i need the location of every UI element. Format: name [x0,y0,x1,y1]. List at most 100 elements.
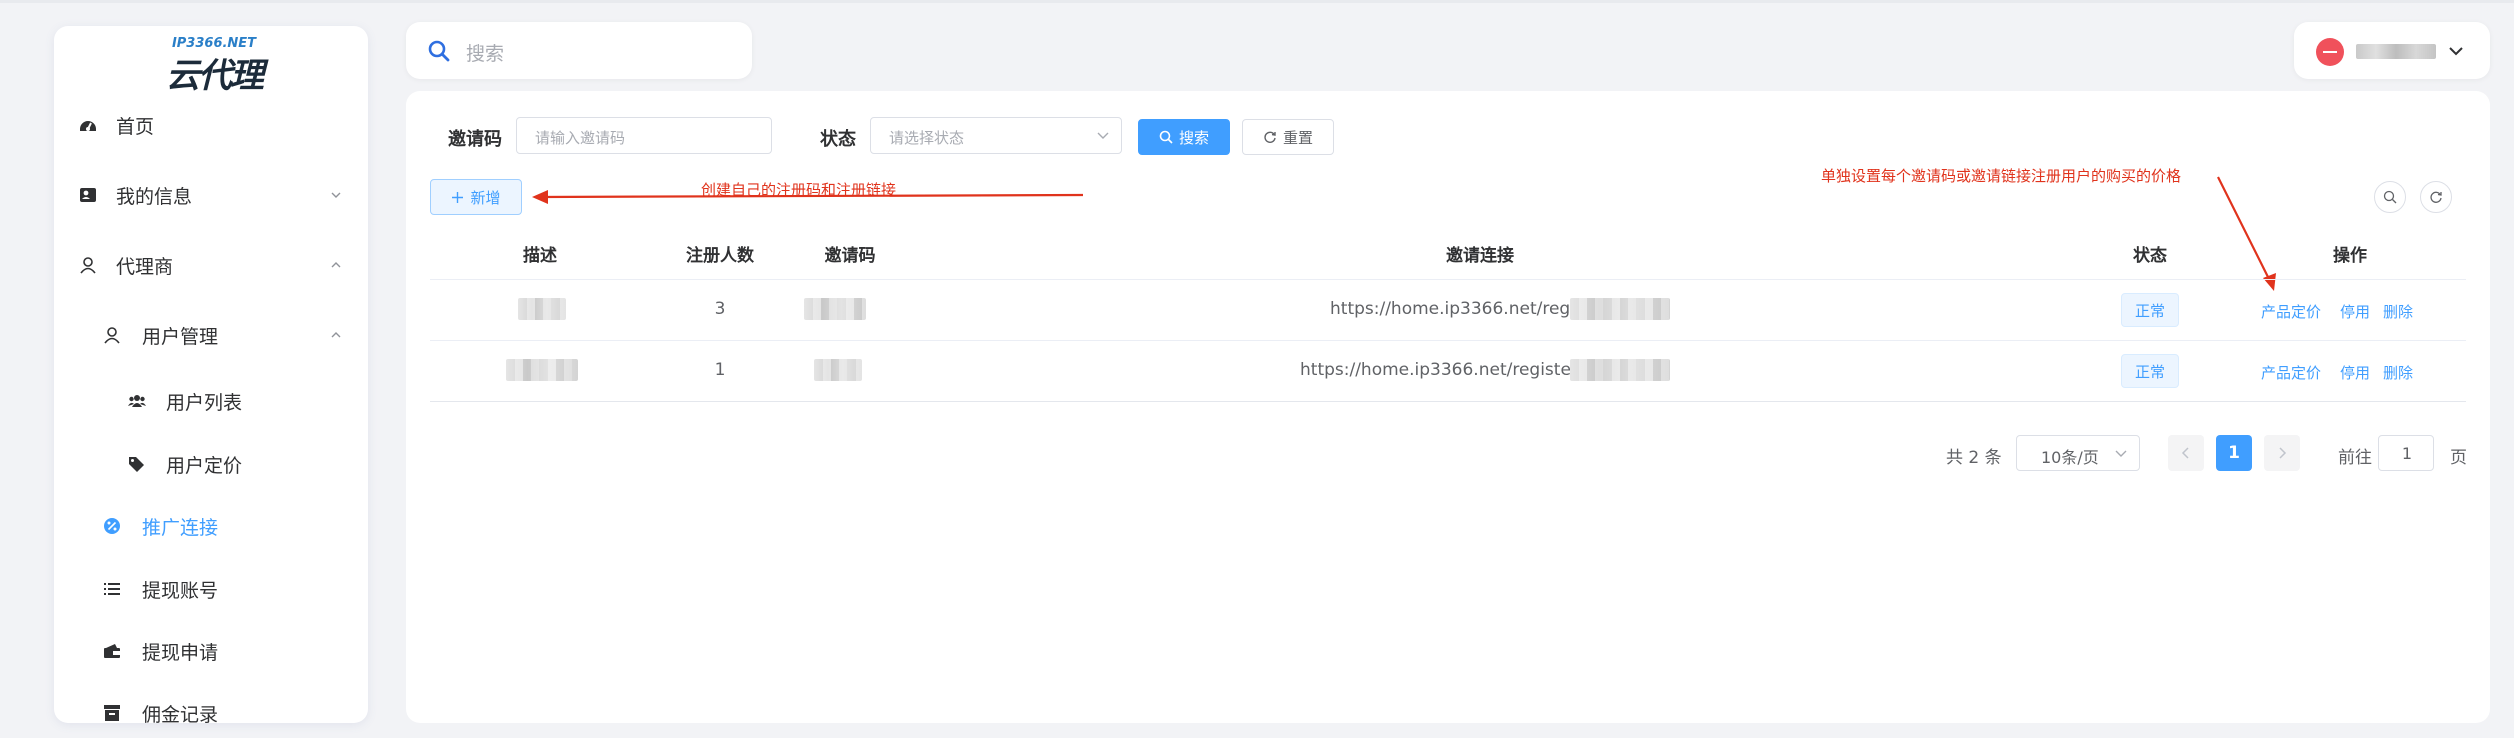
col-header-status: 状态 [2133,246,2167,266]
annotation-add: 创建自己的注册码和注册链接 [701,181,897,199]
page-suffix: 页 [2450,448,2467,468]
sidebar-item-withdraw-account[interactable]: 提现账号 [54,564,368,614]
col-header-link: 邀请连接 [1446,246,1514,266]
sidebar-item-my-info[interactable]: 我的信息 [54,170,368,220]
list-icon [102,579,122,599]
row-count: 3 [714,299,726,319]
header-divider [430,279,2466,280]
add-button[interactable]: 新增 [430,179,522,215]
col-header-description: 描述 [523,246,557,266]
chevron-up-icon [331,262,341,268]
status-filter-select[interactable]: 请选择状态 [870,117,1122,154]
row-divider [430,401,2466,402]
logo[interactable]: IP3366.NET 云代理 [149,36,279,102]
chevron-down-icon [2115,450,2127,457]
chevron-down-icon [331,192,341,198]
goto-label: 前往 [2338,448,2372,468]
delete-action-link[interactable]: 删除 [2383,301,2413,322]
sidebar-item-label: 提现账号 [142,579,219,602]
delete-action-link[interactable]: 删除 [2383,362,2413,383]
code-redacted [814,359,862,381]
table-search-button[interactable] [2374,181,2406,213]
row-divider [430,340,2466,341]
user-icon [102,325,122,345]
refresh-icon [2430,191,2442,203]
disable-action-link[interactable]: 停用 [2340,301,2370,322]
code-filter-label: 邀请码 [448,129,502,150]
search-button-label: 搜索 [1178,128,1209,147]
sidebar-item-withdraw-request[interactable]: 提现申请 [54,626,368,676]
username-redacted [2356,44,2436,59]
sidebar: IP3366.NET 云代理 首页 我的信息 代理商 用户管理 用户列表 用户定… [54,26,368,726]
search-icon [1159,130,1173,144]
search-icon [2383,190,2397,204]
sidebar-item-label: 用户列表 [166,391,243,414]
status-badge: 正常 [2121,293,2179,327]
goto-value: 1 [2401,444,2413,463]
sidebar-item-label: 用户定价 [166,454,243,477]
id-card-icon [78,185,98,205]
wallet-icon [102,641,122,661]
reset-button-label: 重置 [1282,128,1313,147]
sidebar-item-user-management[interactable]: 用户管理 [54,310,368,360]
plus-icon [452,191,464,203]
table-refresh-button[interactable] [2420,181,2452,213]
sidebar-item-label: 代理商 [116,255,174,278]
chevron-left-icon [2181,447,2189,459]
page-size-value: 10条/页 [2041,448,2099,467]
sidebar-item-label: 我的信息 [116,185,193,208]
logo-name: 云代理 [166,56,264,96]
reset-button[interactable]: 重置 [1242,119,1334,155]
page-button-current[interactable]: 1 [2216,435,2252,471]
search-input[interactable]: 搜索 [466,39,504,66]
col-header-code: 邀请码 [824,246,876,266]
status-filter-label: 状态 [820,129,856,150]
add-button-label: 新增 [470,188,501,207]
global-search[interactable]: 搜索 [406,22,752,79]
archive-icon [102,703,122,723]
sidebar-item-promo-link[interactable]: 推广连接 [54,501,368,551]
sidebar-item-label: 提现申请 [142,641,219,664]
chevron-up-icon [331,332,341,338]
main-panel: 邀请码 请输入邀请码 状态 请选择状态 搜索 重置 新增 创建自己的注册码和注册… [406,91,2490,723]
agent-icon [78,255,98,275]
sidebar-item-label: 首页 [116,115,155,138]
pagination-total: 共 2 条 [1946,448,2002,468]
sidebar-item-home[interactable]: 首页 [54,100,368,150]
next-page-button[interactable] [2264,435,2300,471]
annotation-price: 单独设置每个邀请码或邀请链接注册用户的购买的价格 [1821,167,2182,185]
price-action-link[interactable]: 产品定价 [2261,362,2321,383]
row-count: 1 [714,360,726,380]
prev-page-button[interactable] [2168,435,2204,471]
top-edge [0,0,2514,3]
sidebar-item-user-list[interactable]: 用户列表 [54,376,368,426]
code-filter-input[interactable]: 请输入邀请码 [516,117,772,154]
search-icon [428,40,450,62]
disable-action-link[interactable]: 停用 [2340,362,2370,383]
page-size-select[interactable]: 10条/页 [2016,435,2140,471]
sidebar-item-user-pricing[interactable]: 用户定价 [54,439,368,489]
percent-icon [102,516,122,536]
chevron-down-icon [2449,47,2463,56]
users-icon [127,391,147,411]
sidebar-item-agent[interactable]: 代理商 [54,240,368,290]
price-action-link[interactable]: 产品定价 [2261,301,2321,322]
goto-input[interactable]: 1 [2378,435,2434,471]
annotation-arrow-price [2217,176,2276,291]
sidebar-item-commission[interactable]: 佣金记录 [54,688,368,738]
search-button[interactable]: 搜索 [1138,119,1230,155]
row-link: https://home.ip3366.net/registe [1330,299,1601,319]
description-redacted [506,359,578,381]
dashboard-icon [78,115,98,135]
code-filter-placeholder: 请输入邀请码 [535,129,626,147]
sidebar-item-label: 推广连接 [142,516,219,539]
col-header-actions: 操作 [2333,246,2367,266]
sidebar-item-label: 用户管理 [142,325,219,348]
link-redacted [1570,359,1670,381]
status-filter-placeholder: 请选择状态 [889,129,965,147]
tags-icon [127,454,147,474]
code-redacted [804,298,866,320]
sidebar-item-label: 佣金记录 [142,703,219,726]
user-menu[interactable] [2294,22,2490,79]
refresh-icon [1264,131,1276,143]
